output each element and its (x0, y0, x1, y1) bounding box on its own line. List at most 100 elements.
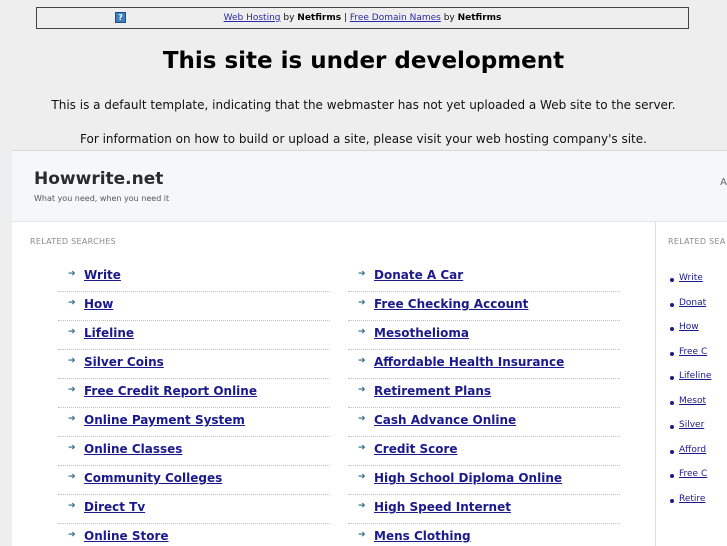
bullet-dot-icon (670, 351, 674, 356)
related-search-item[interactable]: ➔ Donate A Car (348, 263, 620, 292)
related-search-item[interactable]: ➔ Online Payment System (58, 408, 330, 437)
related-search-item[interactable]: ➔ High Speed Internet (348, 495, 620, 524)
related-search-item[interactable]: ➔ Mens Clothing (348, 524, 620, 546)
banner-by-1: by (280, 13, 298, 23)
arrow-right-icon: ➔ (68, 443, 76, 453)
arrow-right-icon: ➔ (68, 269, 76, 279)
sidebar-link[interactable]: Lifeline (679, 371, 711, 381)
arrow-right-icon: ➔ (68, 327, 76, 337)
sidebar-link[interactable]: Free C (679, 469, 707, 479)
related-search-link[interactable]: Free Credit Report Online (84, 384, 257, 398)
related-search-item[interactable]: ➔ Direct Tv (58, 495, 330, 524)
sidebar-link[interactable]: Write (679, 273, 703, 283)
free-domain-names-link[interactable]: Free Domain Names (350, 13, 441, 23)
sidebar-related-label: RELATED SEA (668, 237, 726, 246)
bullet-dot-icon (670, 278, 674, 282)
related-search-link[interactable]: How (84, 297, 113, 311)
related-search-link[interactable]: Credit Score (374, 442, 458, 456)
parked-page-frame: Howwrite.net What you need, when you nee… (12, 150, 727, 546)
related-search-link[interactable]: High Speed Internet (374, 500, 511, 514)
arrow-right-icon: ➔ (68, 530, 76, 540)
related-search-link[interactable]: Lifeline (84, 326, 134, 340)
related-search-item[interactable]: ➔ Free Credit Report Online (58, 379, 330, 408)
related-search-item[interactable]: ➔ High School Diploma Online (348, 466, 620, 495)
related-search-item[interactable]: ➔ How (58, 292, 330, 321)
site-name[interactable]: Howwrite.net (34, 169, 163, 189)
page-title: This site is under development (162, 48, 565, 74)
arrow-right-icon: ➔ (358, 414, 366, 424)
bullet-dot-icon (670, 498, 674, 503)
related-search-item[interactable]: ➔ Silver Coins (58, 350, 330, 379)
arrow-right-icon: ➔ (358, 385, 366, 395)
sidebar-link[interactable]: Retire (679, 494, 705, 504)
banner-by-2: by (440, 13, 458, 23)
sidebar-link[interactable]: Free C (679, 347, 707, 357)
related-search-item[interactable]: ➔ Online Classes (58, 437, 330, 466)
related-search-link[interactable]: Online Classes (84, 442, 182, 456)
arrow-right-icon: ➔ (68, 356, 76, 366)
arrow-right-icon: ➔ (68, 501, 76, 511)
arrow-right-icon: ➔ (358, 269, 366, 279)
related-search-link[interactable]: Silver Coins (84, 355, 164, 369)
related-search-item[interactable]: ➔ Online Store (58, 524, 330, 546)
related-search-link[interactable]: Mens Clothing (374, 529, 471, 543)
related-search-link[interactable]: Retirement Plans (374, 384, 491, 398)
bullet-dot-icon (670, 474, 674, 478)
related-search-item[interactable]: ➔ Lifeline (58, 321, 330, 350)
arrow-right-icon: ➔ (358, 472, 366, 482)
related-search-link[interactable]: Online Payment System (84, 413, 245, 427)
web-hosting-link[interactable]: Web Hosting (224, 13, 281, 23)
related-search-link[interactable]: Cash Advance Online (374, 413, 516, 427)
related-search-item[interactable]: ➔ Cash Advance Online (348, 408, 620, 437)
banner-brand-1: Netfirms (297, 13, 342, 23)
arrow-right-icon: ➔ (358, 356, 366, 366)
dev-info: For information on how to build or uploa… (80, 132, 647, 146)
related-search-item[interactable]: ➔ Affordable Health Insurance (348, 350, 620, 379)
related-search-link[interactable]: Mesothelioma (374, 326, 469, 340)
related-search-item[interactable]: ➔ Mesothelioma (348, 321, 620, 350)
arrow-right-icon: ➔ (68, 414, 76, 424)
related-searches-sidebar: RELATED SEA Write Donat How Free C Lifeline M… (656, 222, 727, 546)
related-search-link[interactable]: Free Checking Account (374, 297, 528, 311)
sidebar-link[interactable]: Silver (679, 420, 704, 430)
dev-description: This is a default template, indicating t… (51, 98, 676, 112)
bullet-dot-icon (670, 302, 674, 307)
banner-links: Web Hosting by Netfirms | Free Domain Na… (37, 13, 688, 23)
related-searches-main: RELATED SEARCHES ➔ Write ➔ How ➔ Lifeline ➔ Sil… (12, 222, 656, 546)
related-search-item[interactable]: ➔ Write (58, 263, 330, 292)
related-search-link[interactable]: High School Diploma Online (374, 471, 562, 485)
related-search-link[interactable]: Write (84, 268, 121, 282)
arrow-right-icon: ➔ (68, 472, 76, 482)
related-search-item[interactable]: ➔ Community Colleges (58, 466, 330, 495)
bullet-dot-icon (670, 449, 674, 454)
related-search-link[interactable]: Online Store (84, 529, 169, 543)
bullet-dot-icon (670, 376, 674, 380)
arrow-right-icon: ➔ (358, 501, 366, 511)
sidebar-link[interactable]: Afford (679, 445, 706, 455)
sidebar-link[interactable]: How (679, 322, 699, 332)
related-search-link[interactable]: Community Colleges (84, 471, 222, 485)
top-banner: ? Web Hosting by Netfirms | Free Domain … (36, 7, 689, 29)
arrow-right-icon: ➔ (358, 530, 366, 540)
related-search-link[interactable]: Affordable Health Insurance (374, 355, 564, 369)
related-search-item[interactable]: ➔ Free Checking Account (348, 292, 620, 321)
arrow-right-icon: ➔ (358, 298, 366, 308)
header-glyph: A (720, 177, 727, 188)
sidebar-link[interactable]: Donat (679, 298, 706, 308)
sidebar-link[interactable]: Mesot (679, 396, 706, 406)
related-search-link[interactable]: Donate A Car (374, 268, 463, 282)
bullet-dot-icon (670, 425, 674, 429)
bullet-dot-icon (670, 400, 674, 405)
related-searches-label: RELATED SEARCHES (30, 237, 117, 246)
related-column-left: ➔ Write ➔ How ➔ Lifeline ➔ Silver Coins ➔ Free Cr… (58, 263, 330, 546)
arrow-right-icon: ➔ (68, 298, 76, 308)
banner-brand-2: Netfirms (457, 13, 502, 23)
related-search-item[interactable]: ➔ Credit Score (348, 437, 620, 466)
arrow-right-icon: ➔ (68, 385, 76, 395)
site-tagline: What you need, when you need it (34, 194, 170, 203)
related-search-link[interactable]: Direct Tv (84, 500, 145, 514)
arrow-right-icon: ➔ (358, 327, 366, 337)
arrow-right-icon: ➔ (358, 443, 366, 453)
related-search-item[interactable]: ➔ Retirement Plans (348, 379, 620, 408)
bullet-dot-icon (670, 327, 674, 331)
